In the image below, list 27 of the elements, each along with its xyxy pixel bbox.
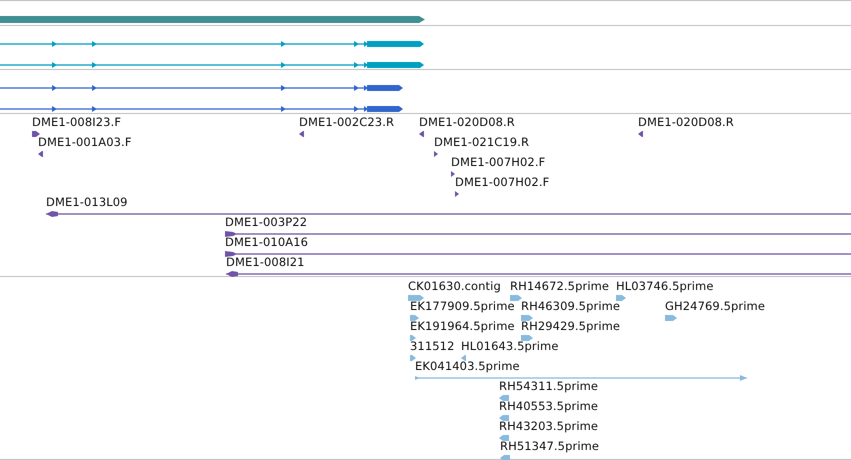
feature-label: HL03746.5prime <box>616 279 714 293</box>
feature-label: DME1-007H02.F <box>455 175 550 189</box>
feature-label: RH43203.5prime <box>499 419 598 433</box>
feature-label: RH46309.5prime <box>521 299 620 313</box>
feature-label: DME1-007H02.F <box>451 155 546 169</box>
feature-label: DME1-008I23.F <box>32 115 122 129</box>
feature-label: DME1-021C19.R <box>434 135 530 149</box>
feature-label: EK041403.5prime <box>415 359 520 373</box>
feature-label: DME1-020D08.R <box>419 115 515 129</box>
feature-label: DME1-008I21 <box>226 255 305 269</box>
feature-label: DME1-013L09 <box>46 195 128 209</box>
feature-label: RH14672.5prime <box>510 279 610 293</box>
feature-label: RH54311.5prime <box>499 379 598 393</box>
feature-label: DME1-001A03.F <box>38 135 132 149</box>
feature-label: GH24769.5prime <box>665 299 766 313</box>
feature-label: RH29429.5prime <box>521 319 620 333</box>
feature-label: DME1-002C23.R <box>299 115 394 129</box>
feature-label: DME1-003P22 <box>225 215 308 229</box>
feature-label: EK177909.5prime <box>410 299 515 313</box>
feature-label: RH51347.5prime <box>500 439 600 453</box>
feature-label: CK01630.contig <box>408 279 501 293</box>
feature-label: DME1-020D08.R <box>638 115 734 129</box>
feature-label: HL01643.5prime <box>461 339 559 353</box>
feature-label: DME1-010A16 <box>225 235 308 249</box>
feature-label: RH40553.5prime <box>499 399 598 413</box>
feature-label: 311512 <box>410 339 454 353</box>
feature-label: EK191964.5prime <box>410 319 515 333</box>
